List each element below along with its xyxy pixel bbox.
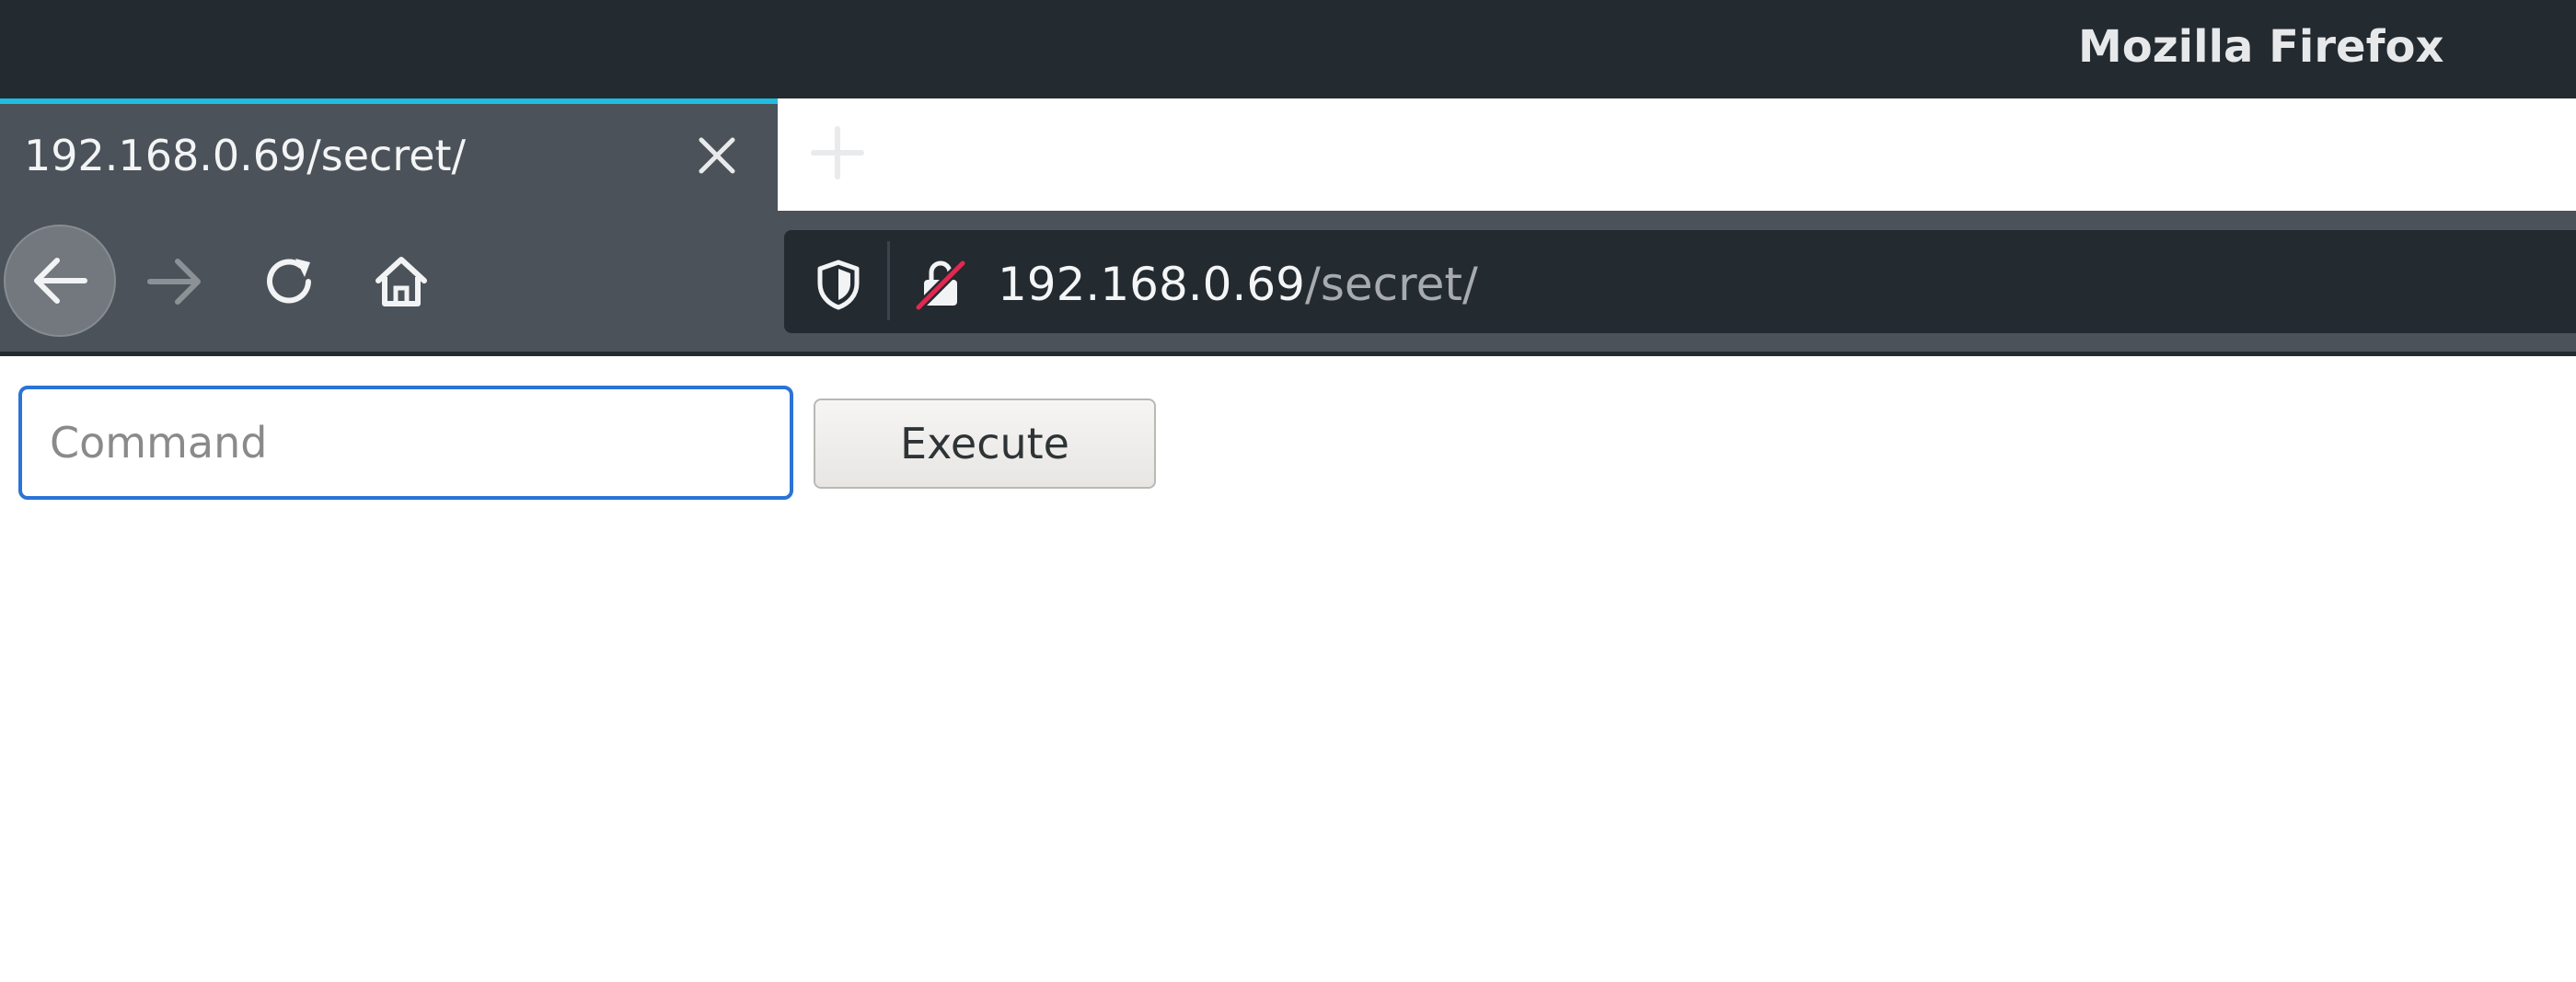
shield-icon[interactable] <box>812 258 865 311</box>
reload-icon <box>267 259 311 304</box>
url-bar-separator <box>887 241 890 320</box>
tab-title: 192.168.0.69/secret/ <box>24 131 467 180</box>
forward-button[interactable] <box>138 252 212 311</box>
back-button[interactable] <box>4 225 116 337</box>
window-titlebar: Mozilla Firefox <box>0 0 2576 98</box>
window-title: Mozilla Firefox <box>2078 21 2444 73</box>
toolbar-divider <box>0 352 2576 356</box>
insecure-lock-icon[interactable] <box>913 256 968 311</box>
home-icon <box>375 257 427 306</box>
url-path: /secret/ <box>1304 258 1478 311</box>
execute-button[interactable]: Execute <box>814 399 1156 489</box>
command-input[interactable] <box>18 386 793 500</box>
arrow-right-icon <box>147 259 201 305</box>
home-button[interactable] <box>366 247 436 317</box>
close-icon[interactable] <box>688 127 745 184</box>
reload-button[interactable] <box>254 247 324 317</box>
url-text[interactable]: 192.168.0.69/secret/ <box>998 256 1478 313</box>
url-host: 192.168.0.69 <box>998 258 1305 311</box>
tab-accent-line <box>0 98 778 104</box>
arrow-left-icon <box>34 258 87 304</box>
plus-icon[interactable] <box>804 120 871 186</box>
